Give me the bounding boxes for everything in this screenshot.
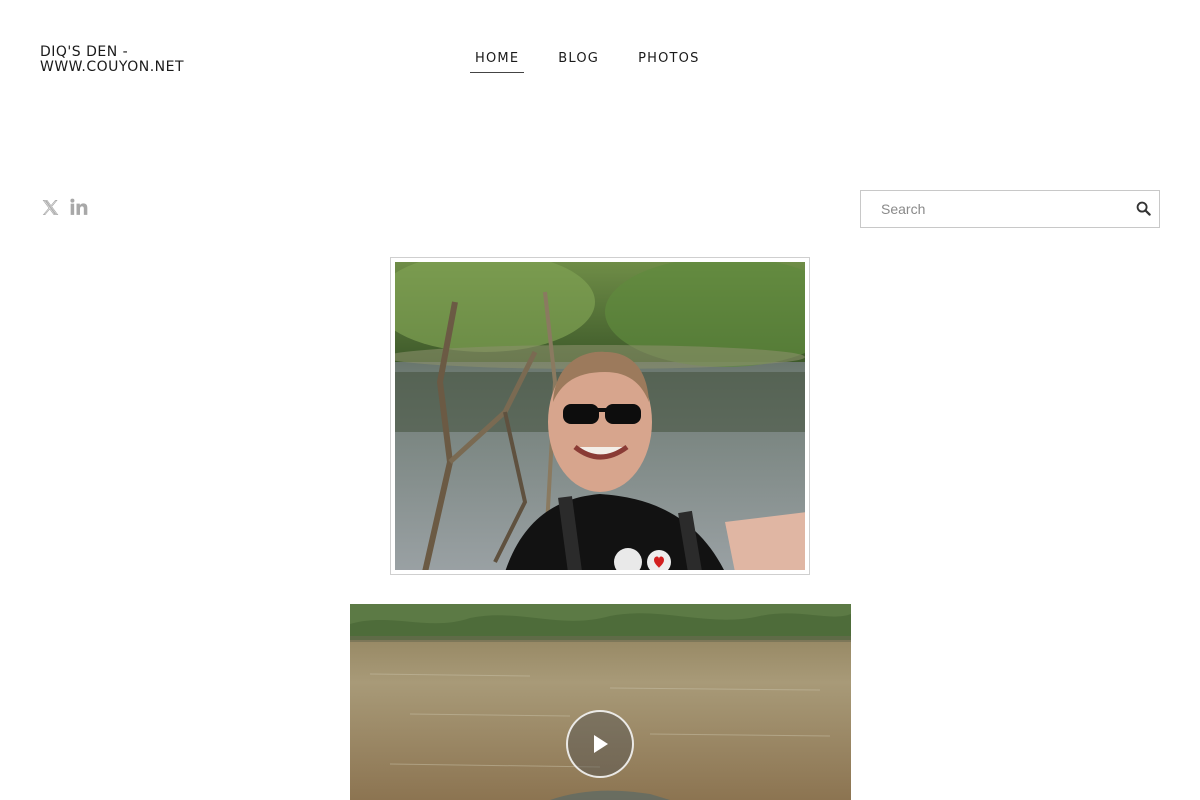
- main-nav: HOME BLOG PHOTOS: [470, 50, 734, 73]
- social-links: [40, 196, 89, 218]
- search-icon[interactable]: [1136, 201, 1152, 217]
- featured-photo[interactable]: [395, 262, 805, 570]
- play-button[interactable]: [566, 710, 634, 778]
- x-twitter-icon[interactable]: [40, 196, 60, 218]
- site-title-line2: WWW.COUYON.NET: [40, 59, 185, 75]
- site-title[interactable]: DIQ'S DEN - WWW.COUYON.NET: [40, 45, 240, 75]
- linkedin-icon[interactable]: [69, 196, 89, 218]
- video-player[interactable]: [350, 604, 851, 800]
- play-icon: [594, 735, 608, 753]
- site-title-line1: DIQ'S DEN -: [40, 44, 129, 60]
- featured-photo-frame: [390, 257, 810, 575]
- nav-photos[interactable]: PHOTOS: [633, 50, 704, 73]
- search-input[interactable]: [861, 191, 1131, 227]
- search-box: [860, 190, 1160, 228]
- nav-home[interactable]: HOME: [470, 50, 525, 73]
- nav-blog[interactable]: BLOG: [553, 50, 604, 73]
